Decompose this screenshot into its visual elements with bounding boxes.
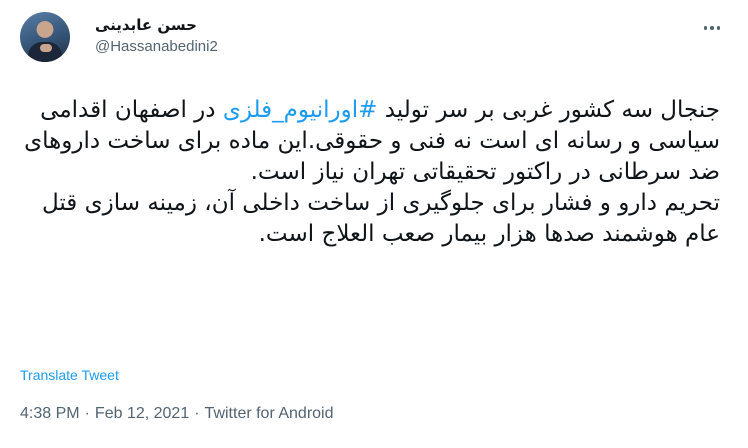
tweet-paragraph-1: جنجال سه کشور غربی بر سر تولید #اورانیوم… (20, 95, 720, 188)
hashtag-link[interactable]: #اورانیوم_فلزی (223, 97, 378, 123)
translate-tweet-link[interactable]: Translate Tweet (20, 367, 119, 383)
tweet-time[interactable]: 4:38 PM (20, 405, 80, 423)
meta-separator: · (84, 405, 90, 422)
author-avatar[interactable] (20, 12, 70, 62)
tweet-meta: 4:38 PM · Feb 12, 2021 · Twitter for And… (20, 405, 334, 423)
tweet-text: جنجال سه کشور غربی بر سر تولید #اورانیوم… (20, 95, 720, 250)
tweet-text-pre: جنجال سه کشور غربی بر سر تولید (377, 97, 720, 123)
tweet-date[interactable]: Feb 12, 2021 (95, 405, 189, 423)
author-handle[interactable]: @Hassanabedini2 (95, 36, 218, 58)
author-display-name[interactable]: حسن عابدینی (95, 14, 218, 36)
tweet-paragraph-2: تحریم دارو و فشار برای جلوگیری از ساخت د… (41, 190, 720, 247)
meta-separator: · (194, 405, 200, 422)
author-info: حسن عابدینی @Hassanabedini2 (95, 14, 218, 58)
more-dot (710, 26, 714, 30)
more-options-icon[interactable] (698, 18, 726, 38)
avatar-hand (40, 44, 52, 52)
tweet-source[interactable]: Twitter for Android (205, 405, 334, 423)
more-dot (703, 26, 708, 30)
more-dot (716, 26, 721, 30)
